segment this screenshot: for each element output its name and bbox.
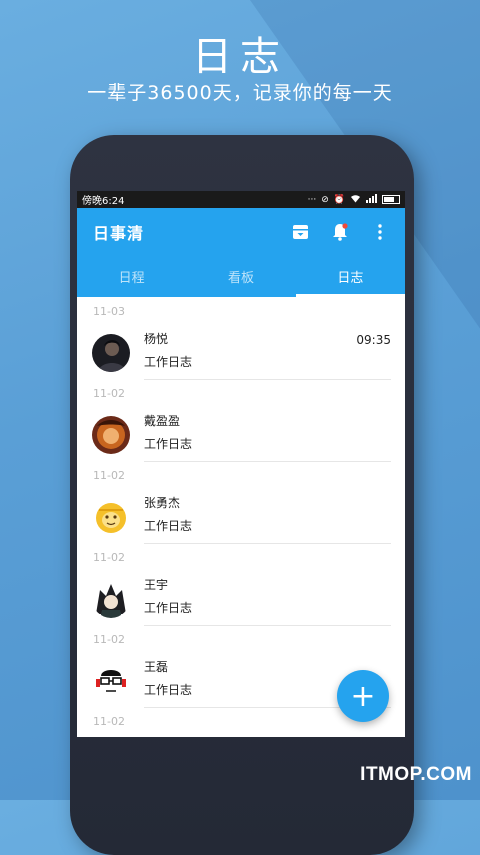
- avatar: [92, 416, 130, 454]
- entry-type: 工作日志: [144, 437, 193, 451]
- date-label: 11-02: [93, 469, 125, 482]
- entry-time: 09:35: [356, 333, 391, 347]
- date-label: 11-02: [93, 387, 125, 400]
- list-item[interactable]: 戴盈盈 工作日志: [77, 409, 405, 462]
- promo-subtitle: 一辈子36500天，记录你的每一天: [87, 82, 393, 104]
- list-item-body: 杨悦 工作日志 09:35: [144, 327, 391, 380]
- promo-title: 日志: [192, 34, 288, 80]
- alarm-off-icon: ⊘: [321, 194, 329, 205]
- list-item[interactable]: 王宇 工作日志: [77, 573, 405, 626]
- app-bar: 日事清: [77, 208, 405, 255]
- tab-kanban[interactable]: 看板: [186, 255, 295, 297]
- bell-icon[interactable]: [331, 222, 349, 241]
- status-icons: ··· ⊘ ⏰: [307, 193, 400, 206]
- status-bar: 傍晚6:24 ··· ⊘ ⏰: [77, 191, 405, 208]
- watermark: ITMOP.COM: [360, 764, 472, 785]
- date-label: 11-02: [93, 551, 125, 564]
- tab-journal[interactable]: 日志: [296, 255, 405, 297]
- list-item-body: 张勇杰 工作日志: [144, 491, 391, 544]
- app-title: 日事清: [93, 223, 145, 243]
- more-dots-icon: ···: [307, 194, 317, 205]
- avatar: [92, 580, 130, 618]
- phone-screen: 傍晚6:24 ··· ⊘ ⏰ 日事清 日程 看板 日志 11-03 杨悦 工作日…: [77, 191, 405, 737]
- avatar: [92, 334, 130, 372]
- entry-author: 戴盈盈: [144, 414, 181, 428]
- archive-icon[interactable]: [291, 223, 309, 241]
- tab-bar: 日程 看板 日志: [77, 255, 405, 297]
- entry-type: 工作日志: [144, 519, 193, 533]
- signal-icon: [366, 193, 377, 206]
- date-label: 11-03: [93, 305, 125, 318]
- plus-icon: +: [350, 678, 376, 714]
- add-entry-button[interactable]: +: [337, 670, 389, 722]
- app-actions: [291, 222, 389, 241]
- entry-type: 工作日志: [144, 601, 193, 615]
- status-time: 傍晚6:24: [82, 196, 125, 207]
- entry-author: 王宇: [144, 578, 169, 592]
- battery-icon: [382, 195, 400, 204]
- avatar: [92, 498, 130, 536]
- alarm-icon: ⏰: [333, 194, 345, 205]
- list-item[interactable]: 杨悦 工作日志 09:35: [77, 327, 405, 380]
- list-item-body: 戴盈盈 工作日志: [144, 409, 391, 462]
- entry-author: 张勇杰: [144, 496, 181, 510]
- list-item-body: 王宇 工作日志: [144, 573, 391, 626]
- avatar: [92, 662, 130, 700]
- more-vert-icon[interactable]: [371, 223, 389, 241]
- tab-schedule[interactable]: 日程: [77, 255, 186, 297]
- wifi-icon: [350, 194, 361, 206]
- date-label: 11-02: [93, 633, 125, 646]
- list-item[interactable]: 张勇杰 工作日志: [77, 491, 405, 544]
- entry-type: 工作日志: [144, 355, 193, 369]
- entry-author: 杨悦: [144, 332, 169, 346]
